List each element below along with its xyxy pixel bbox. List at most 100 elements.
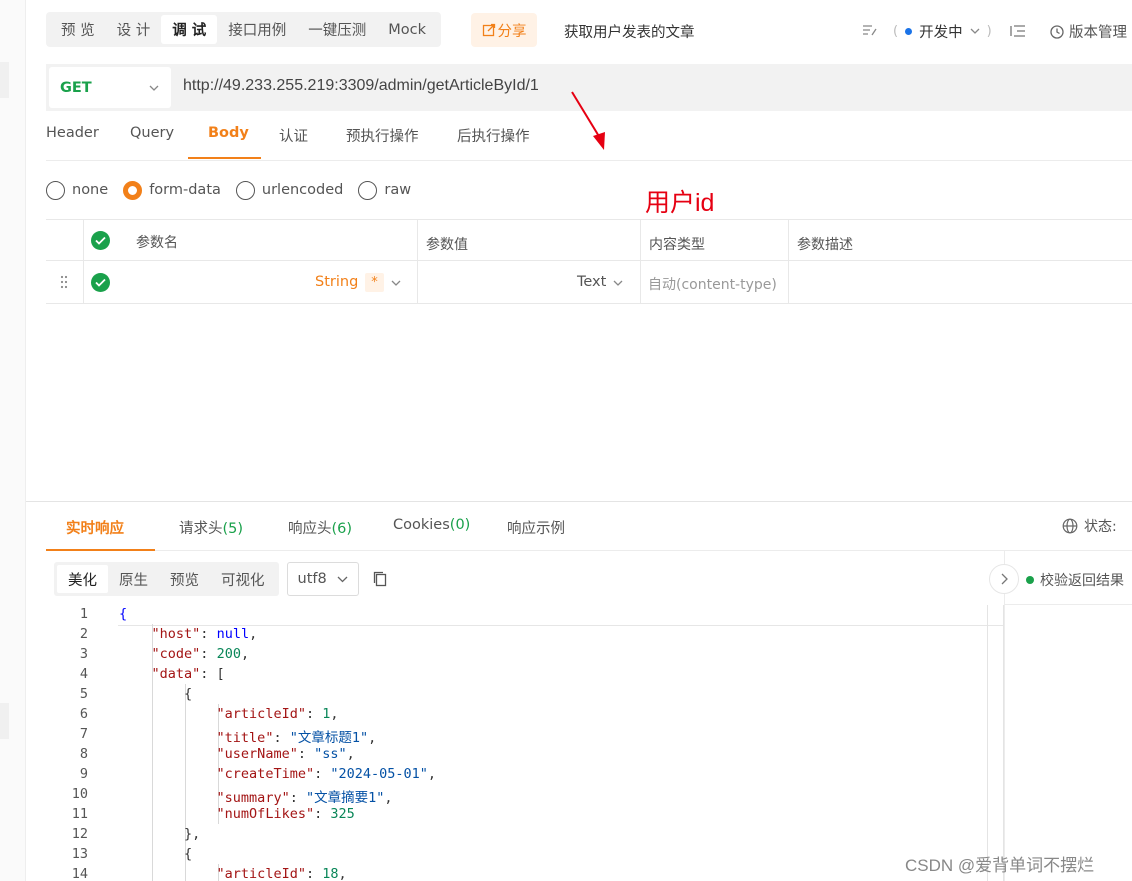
encoding-label: utf8 xyxy=(297,571,327,587)
validate-response[interactable]: 校验返回结果 xyxy=(1026,570,1124,590)
tab-live-response[interactable]: 实时响应 xyxy=(66,517,124,538)
code-text: "articleId": 1, xyxy=(216,706,339,722)
tab-request-headers[interactable]: 请求头(5) xyxy=(179,517,243,538)
header-param-name: 参数名 xyxy=(136,235,178,251)
code-text: "summary": "文章摘要1", xyxy=(216,790,393,806)
tab-cookies[interactable]: Cookies(0) xyxy=(393,517,470,533)
line-number: 8 xyxy=(79,746,88,762)
tab-response-headers[interactable]: 响应头(6) xyxy=(288,517,352,538)
code-scrollbar[interactable] xyxy=(987,605,1004,881)
line-number: 4 xyxy=(79,666,88,682)
annotation-arrow-icon xyxy=(571,91,605,150)
header-param-value: 参数值 xyxy=(426,237,468,253)
watermark: CSDN @爱背单词不摆烂 xyxy=(905,856,1095,875)
left-sidebar-strip xyxy=(0,0,26,881)
outline-icon[interactable] xyxy=(1010,24,1026,38)
format-visualize-button[interactable]: 可视化 xyxy=(210,565,276,593)
param-type-select[interactable]: String xyxy=(315,274,358,290)
share-label: 分享 xyxy=(497,23,527,40)
radio-label: none xyxy=(72,182,109,198)
side-panel-toggle[interactable] xyxy=(989,564,1019,594)
tab-response-example[interactable]: 响应示例 xyxy=(507,517,565,538)
radio-none[interactable]: none xyxy=(46,180,109,200)
copy-icon[interactable] xyxy=(373,571,387,587)
format-raw-button[interactable]: 原生 xyxy=(108,565,159,593)
active-tab-underline xyxy=(46,549,155,551)
chevron-right-icon xyxy=(1001,573,1008,585)
tab-mock[interactable]: Mock xyxy=(377,15,437,44)
code-text: "code": 200, xyxy=(151,646,250,662)
version-label: 版本管理 xyxy=(1069,25,1127,41)
body-type-radios: none form-data urlencoded raw xyxy=(46,179,426,201)
tab-header[interactable]: Header xyxy=(46,125,99,141)
format-pretty-button[interactable]: 美化 xyxy=(57,565,108,593)
line-number: 12 xyxy=(71,826,88,842)
select-all-checkbox[interactable] xyxy=(91,231,110,250)
radio-label: raw xyxy=(384,182,412,198)
required-toggle[interactable]: * xyxy=(365,273,384,292)
api-name-input[interactable]: 获取用户发表的文章 xyxy=(564,21,695,42)
radio-circle xyxy=(358,180,378,200)
line-number: 7 xyxy=(79,726,88,742)
share-icon xyxy=(482,23,495,37)
format-group: 美化 原生 预览 可视化 xyxy=(54,562,279,596)
value-type-select[interactable]: Text xyxy=(577,274,606,290)
table-header-row: 参数名 参数值 内容类型 参数描述 xyxy=(46,220,1132,261)
annotation-text: 用户id xyxy=(645,189,715,217)
radio-form-data[interactable]: form-data xyxy=(123,180,221,200)
format-preview-button[interactable]: 预览 xyxy=(159,565,210,593)
check-icon xyxy=(95,236,106,245)
line-number: 14 xyxy=(71,866,88,881)
params-table: 参数名 参数值 内容类型 参数描述 String * Text 自动(conte… xyxy=(46,219,1132,304)
format-toolbar: 美化 原生 预览 可视化 utf8 xyxy=(54,562,387,596)
check-icon xyxy=(95,278,106,287)
encoding-select[interactable]: utf8 xyxy=(286,562,359,596)
tab-post-script[interactable]: 后执行操作 xyxy=(457,125,530,146)
url-input[interactable]: http://49.233.255.219:3309/admin/getArti… xyxy=(183,77,539,95)
tab-debug[interactable]: 调 试 xyxy=(161,15,218,44)
validate-label: 校验返回结果 xyxy=(1040,573,1124,589)
header-content-type: 内容类型 xyxy=(649,237,705,253)
chevron-down-icon[interactable] xyxy=(391,278,401,288)
side-panel-separator xyxy=(1005,604,1132,605)
tab-auth[interactable]: 认证 xyxy=(279,125,308,146)
version-button[interactable]: 版本管理 xyxy=(1050,21,1127,42)
tab-preview[interactable]: 预 览 xyxy=(50,15,106,44)
tab-load-test[interactable]: 一键压测 xyxy=(297,15,377,44)
chevron-down-icon xyxy=(970,28,980,34)
code-text: }, xyxy=(119,826,201,842)
tab-test-cases[interactable]: 接口用例 xyxy=(217,15,297,44)
sidebar-mark xyxy=(0,62,9,98)
radio-urlencoded[interactable]: urlencoded xyxy=(235,180,343,200)
tab-body[interactable]: Body xyxy=(208,125,249,141)
line-number: 2 xyxy=(79,626,88,642)
line-number: 11 xyxy=(71,806,88,822)
code-text: "createTime": "2024-05-01", xyxy=(216,766,437,782)
chevron-down-icon xyxy=(149,85,159,91)
tab-count: (0) xyxy=(449,517,471,533)
bracket-left-icon: ( xyxy=(893,23,899,39)
drag-handle-icon[interactable] xyxy=(60,275,68,289)
method-select[interactable]: GET xyxy=(49,67,171,108)
content-type-input[interactable]: 自动(content-type) xyxy=(648,274,777,294)
code-text: "articleId": 18, xyxy=(216,866,347,881)
chevron-down-icon[interactable] xyxy=(613,278,623,288)
row-checkbox[interactable] xyxy=(91,273,110,292)
response-code-viewer[interactable]: 1 { 2 "host": null, 3 "code": 200, 4 "dat… xyxy=(54,604,1004,881)
code-text: "data": [ xyxy=(151,666,225,682)
edit-icon[interactable] xyxy=(862,23,878,37)
bracket-right-icon: ) xyxy=(986,23,992,39)
radio-raw[interactable]: raw xyxy=(358,180,412,200)
tab-design[interactable]: 设 计 xyxy=(106,15,162,44)
share-button[interactable]: 分享 xyxy=(471,13,537,47)
tab-query[interactable]: Query xyxy=(130,125,174,141)
status-label: 开发中 xyxy=(919,24,963,41)
code-text: "title": "文章标题1", xyxy=(216,730,377,746)
tab-label: 请求头 xyxy=(179,521,223,537)
tab-pre-script[interactable]: 预执行操作 xyxy=(346,125,419,146)
line-number: 6 xyxy=(79,706,88,722)
status-select[interactable]: ( 开发中 ) xyxy=(893,20,992,42)
globe-icon xyxy=(1062,518,1078,534)
line-number: 5 xyxy=(79,686,88,702)
code-text: { xyxy=(119,846,193,862)
